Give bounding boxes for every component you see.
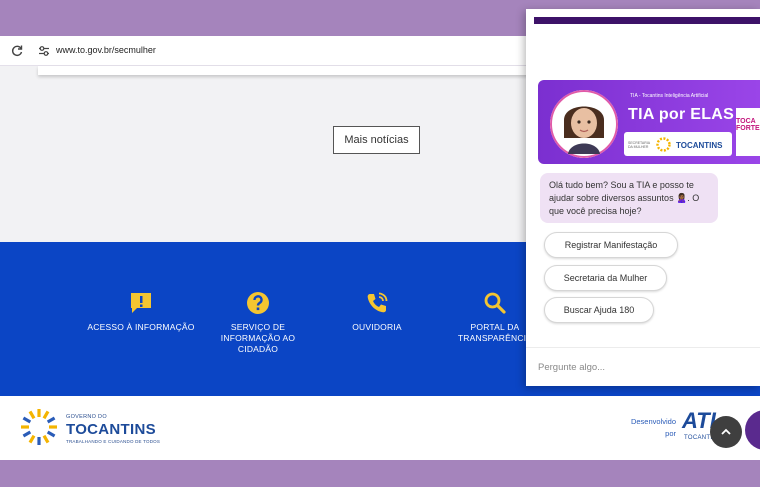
logo-prefix: GOVERNO DO (66, 414, 107, 420)
banner-card-name: TOCANTINS (676, 141, 723, 150)
service-label: ACESSO À INFORMAÇÃO (87, 322, 195, 332)
footer: GOVERNO DO TOCANTINS TRABALHANDO E CUIDA… (0, 396, 760, 460)
sun-logo-icon (21, 409, 57, 445)
access-information-link[interactable]: ACESSO À INFORMAÇÃO (86, 290, 196, 333)
chevron-up-icon (721, 428, 731, 435)
info-alert-icon (131, 293, 151, 313)
banner-caption: TIA - Tocantins Inteligência Artificial (630, 93, 709, 99)
url-field[interactable]: www.to.gov.br/secmulher (56, 45, 156, 55)
quick-reply-women-secretariat[interactable]: Secretaria da Mulher (544, 265, 667, 291)
chat-input[interactable] (538, 357, 748, 377)
citizen-information-link[interactable]: SERVIÇO DE INFORMAÇÃO AO CIDADÃO (203, 290, 313, 355)
chat-panel: TIA - Tocantins Inteligência Artificial … (526, 9, 760, 386)
service-label: OUVIDORIA (352, 322, 402, 332)
more-news-button[interactable]: Mais notícias (333, 126, 420, 154)
phone-icon (367, 292, 388, 313)
banner-card-caption: SECRETARIA DA MULHER (628, 141, 650, 149)
scroll-to-top-button[interactable] (710, 416, 742, 448)
bot-message: Olá tudo bem? Sou a TIA e posso te ajuda… (540, 173, 718, 223)
banner-campaign-badge: TOCA FORTES (736, 108, 760, 156)
assistant-avatar (550, 90, 618, 158)
site-info-icon[interactable] (37, 44, 51, 58)
quick-reply-register[interactable]: Registrar Manifestação (544, 232, 678, 258)
news-card (38, 66, 534, 75)
developed-by-line: por (665, 429, 676, 438)
service-label: SERVIÇO DE INFORMAÇÃO AO CIDADÃO (220, 322, 296, 354)
banner-title: TIA por ELAS (628, 106, 735, 123)
banner-campaign-text: TOCA FORTES (736, 118, 760, 132)
sun-logo-icon (656, 137, 671, 152)
logo-name: TOCANTINS (66, 421, 156, 438)
chat-launcher-button[interactable] (745, 410, 760, 450)
tocantins-logo[interactable]: GOVERNO DO TOCANTINS TRABALHANDO E CUIDA… (20, 406, 170, 448)
reload-icon[interactable] (10, 44, 24, 58)
developed-by-text: Desenvolvido por (616, 416, 676, 440)
chat-header-bar (534, 17, 760, 24)
logo-tagline: TRABALHANDO E CUIDANDO DE TODOS (66, 439, 161, 444)
question-icon (247, 292, 269, 314)
search-icon (484, 292, 506, 314)
developed-by-line: Desenvolvido (630, 417, 676, 426)
chat-banner: TIA - Tocantins Inteligência Artificial … (538, 80, 760, 164)
ombudsman-link[interactable]: OUVIDORIA (322, 290, 432, 333)
banner-logo-card: SECRETARIA DA MULHER TOCANTINS (624, 132, 732, 156)
chat-input-area (526, 347, 760, 386)
quick-reply-help-180[interactable]: Buscar Ajuda 180 (544, 297, 654, 323)
